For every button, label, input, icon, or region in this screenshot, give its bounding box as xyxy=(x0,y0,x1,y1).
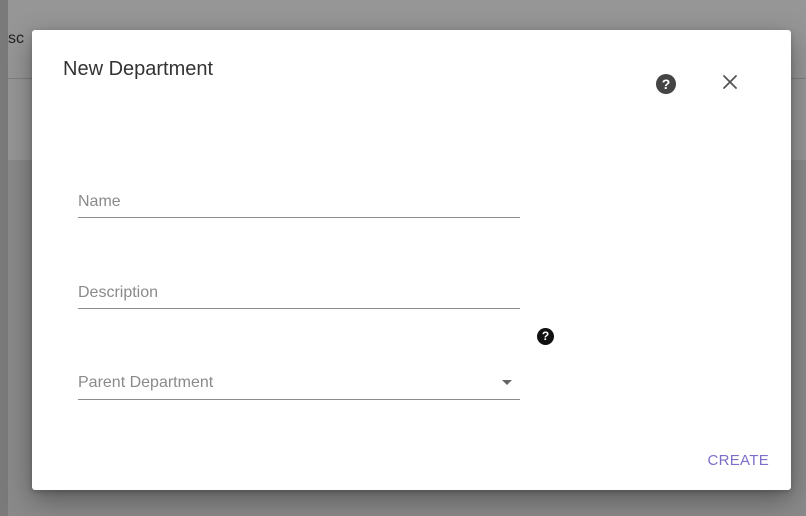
parent-department-select[interactable]: Parent Department xyxy=(78,355,520,400)
dialog-title: New Department xyxy=(63,58,214,80)
description-input[interactable] xyxy=(78,284,520,302)
background-partial-text: sc xyxy=(8,30,24,47)
parent-department-placeholder: Parent Department xyxy=(78,374,214,391)
name-field xyxy=(78,173,520,218)
close-icon[interactable] xyxy=(718,70,742,94)
name-input[interactable] xyxy=(78,193,520,211)
question-circle-icon[interactable]: ? xyxy=(656,74,676,94)
chevron-down-icon xyxy=(502,380,512,385)
description-field xyxy=(78,264,520,309)
question-circle-icon[interactable]: ? xyxy=(537,328,554,345)
new-department-dialog: New Department ? ? Parent Department CRE… xyxy=(32,30,791,490)
create-button[interactable]: CREATE xyxy=(705,448,771,473)
